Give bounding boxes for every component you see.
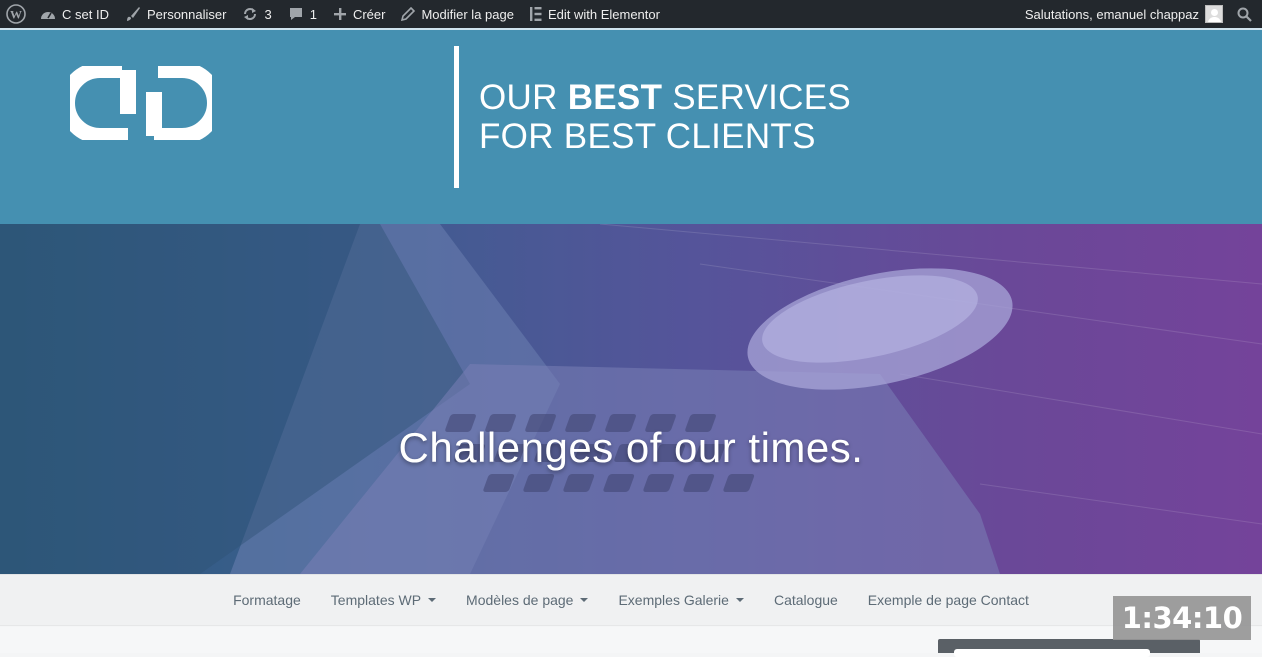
nav-label: Modèles de page [466, 592, 574, 608]
account-menu[interactable]: Salutations, emanuel chappaz [1017, 0, 1229, 28]
nav-label: Exemple de page Contact [867, 592, 1029, 608]
svg-text:W: W [10, 8, 22, 22]
updates-icon [242, 6, 258, 22]
tagline-bold: BEST [567, 78, 663, 117]
nav-item-modeles-de-page[interactable]: Modèles de page [451, 592, 603, 608]
floating-widget[interactable] [938, 639, 1200, 657]
hero-background-image [0, 224, 1262, 574]
site-name-menu[interactable]: C set ID [32, 0, 117, 28]
nav-item-formatage[interactable]: Formatage [218, 592, 316, 608]
elementor-label: Edit with Elementor [547, 6, 660, 22]
tagline-post: SERVICES [662, 78, 852, 117]
widget-field[interactable] [954, 649, 1150, 657]
comments-link[interactable]: 1 [280, 0, 325, 28]
pencil-icon [401, 7, 416, 21]
caret-down-icon [735, 598, 744, 602]
new-content-menu[interactable]: Créer [325, 0, 394, 28]
nav-label: Formatage [233, 592, 301, 608]
elementor-link[interactable]: Edit with Elementor [522, 0, 668, 28]
nav-item-templates-wp[interactable]: Templates WP [316, 592, 451, 608]
nav-label: Exemples Galerie [618, 592, 729, 608]
new-content-label: Créer [352, 6, 386, 22]
tagline-line-1: OUR BEST SERVICES [479, 78, 851, 117]
nav-item-contact[interactable]: Exemple de page Contact [853, 592, 1044, 608]
greeting-text: Salutations, emanuel chappaz [1024, 6, 1199, 22]
admin-bar-secondary: Salutations, emanuel chappaz [1017, 0, 1262, 28]
admin-bar: W C set ID Personnaliser 3 1 Créer Modif… [0, 0, 1262, 28]
caret-down-icon [580, 598, 589, 602]
nav-label: Templates WP [330, 592, 422, 608]
updates-count: 3 [264, 6, 272, 22]
comments-count: 1 [309, 6, 317, 22]
dashboard-icon [40, 7, 56, 21]
nav-item-exemples-galerie[interactable]: Exemples Galerie [603, 592, 759, 608]
caret-down-icon [428, 598, 437, 602]
edit-page-link[interactable]: Modifier la page [393, 0, 522, 28]
timer-overlay: 1:34:10 [1113, 596, 1251, 640]
edit-page-label: Modifier la page [421, 6, 514, 22]
header-tagline: OUR BEST SERVICES FOR BEST CLIENTS [479, 78, 851, 156]
hero-title: Challenges of our times. [398, 424, 864, 471]
avatar [1205, 5, 1223, 23]
search-icon[interactable] [1229, 0, 1262, 28]
wordpress-logo-icon[interactable]: W [0, 0, 32, 28]
comment-icon [288, 6, 304, 22]
elementor-icon [529, 7, 542, 21]
nav-label: Catalogue [773, 592, 838, 608]
site-header: OUR BEST SERVICES FOR BEST CLIENTS [0, 28, 1262, 224]
tagline-pre: OUR [479, 78, 568, 117]
paintbrush-icon [125, 6, 141, 22]
site-name: C set ID [62, 6, 109, 22]
plus-icon [333, 7, 347, 21]
tagline-line-2: FOR BEST CLIENTS [479, 117, 816, 156]
customize-label: Personnaliser [146, 6, 227, 22]
main-navigation: Formatage Templates WP Modèles de page E… [0, 574, 1262, 626]
customize-link[interactable]: Personnaliser [117, 0, 235, 28]
header-divider [454, 46, 459, 188]
site-logo[interactable] [59, 62, 223, 144]
updates-link[interactable]: 3 [234, 0, 279, 28]
hero-banner: Challenges of our times. [0, 224, 1262, 574]
nav-item-catalogue[interactable]: Catalogue [759, 592, 853, 608]
